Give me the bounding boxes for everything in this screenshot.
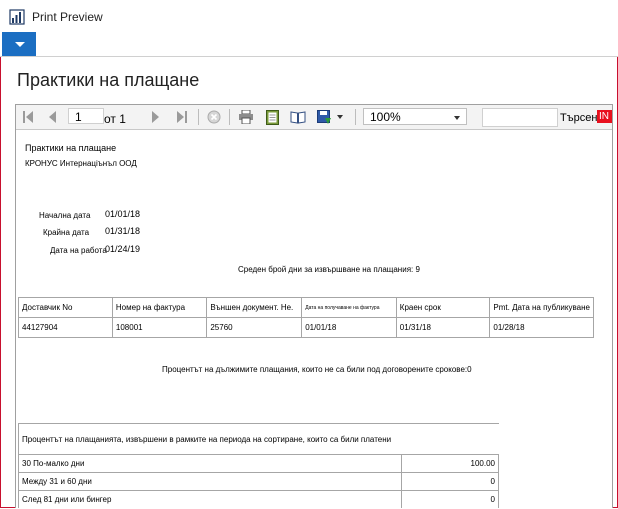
stop-icon: [207, 110, 221, 124]
toolbar-separator: [229, 109, 230, 125]
export-button[interactable]: [315, 105, 345, 129]
previous-page-icon: [49, 111, 56, 123]
page-number-input[interactable]: 1: [68, 108, 104, 124]
page-title: Практики на плащане: [17, 70, 200, 90]
percent-row-value: 0: [400, 490, 500, 508]
stop-button[interactable]: [205, 105, 223, 129]
dropdown-arrow-icon: [337, 115, 343, 119]
percent-header-row: Процентът на плащанията, извършени в рам…: [18, 423, 499, 455]
table-cell: 01/31/18: [395, 317, 491, 338]
table-cell: 01/28/18: [489, 317, 594, 338]
average-days-text: Среден брой дни за извършване на плащани…: [238, 265, 420, 274]
print-button[interactable]: [237, 105, 255, 129]
percent-row-label: След 81 дни или бингер: [18, 490, 402, 508]
chevron-down-icon: [15, 42, 25, 47]
column-header: Краен срок: [395, 297, 491, 318]
column-header: Номер на фактура: [111, 297, 208, 318]
table-header-row: Доставчик No Номер на фактура Външен док…: [18, 297, 594, 318]
last-page-button[interactable]: [174, 105, 190, 129]
table-cell: 25760: [206, 317, 303, 338]
last-page-icon: [177, 111, 187, 123]
table-cell: 01/01/18: [301, 317, 397, 338]
first-page-button[interactable]: [20, 105, 36, 129]
percent-table: Процентът на плащанията, извършени в рам…: [18, 423, 500, 508]
table-row: 30 По-малко дни 100.00: [18, 454, 500, 473]
printer-icon: [239, 110, 253, 124]
table-row: Между 31 и 60 дни 0: [18, 472, 500, 491]
column-header: Pmt. Дата на публикуване: [489, 297, 594, 318]
next-page-icon: [152, 111, 159, 123]
table-cell: 108001: [111, 317, 208, 338]
toolbar-separator: [355, 109, 356, 125]
work-date-label: Дата на работа: [50, 246, 107, 255]
save-export-icon: [317, 109, 331, 124]
end-date-label: Крайна дата: [43, 228, 90, 237]
percent-row-value: 0: [400, 472, 500, 491]
percent-row-label: Между 31 и 60 дни: [18, 472, 402, 491]
overdue-percent-text: Процентът на дължимите плащания, които н…: [162, 365, 472, 374]
action-ribbon: [0, 32, 618, 57]
report-page: Практики на плащане КРОНУС Интернаціънъл…: [16, 130, 612, 508]
report-toolbar: 1 от 1 100% Търсене IN: [16, 105, 612, 130]
window-title: Print Preview: [32, 10, 103, 24]
table-row: 44127904 108001 25760 01/01/18 01/31/18 …: [18, 317, 594, 338]
percent-row-label: 30 По-малко дни: [18, 454, 402, 473]
ribbon-collapse-button[interactable]: [2, 32, 36, 56]
report-title: Практики на плащане: [25, 143, 117, 153]
end-date-value: 01/31/18: [105, 226, 141, 236]
search-next-flag[interactable]: IN: [597, 110, 612, 123]
title-bar: Print Preview: [0, 0, 618, 32]
previous-page-button[interactable]: [44, 105, 60, 129]
report-viewer: 1 от 1 100% Търсене IN Практики на плаща…: [15, 104, 613, 508]
payments-table: Доставчик No Номер на фактура Външен док…: [18, 297, 594, 338]
book-icon: [290, 110, 306, 124]
column-header: Външен документ. Не.: [206, 297, 303, 318]
zoom-select[interactable]: 100%: [363, 108, 467, 125]
column-header: Дата на получаване на фактура: [301, 297, 397, 318]
company-name: КРОНУС Интернаціънъл ООД: [25, 159, 137, 168]
next-page-button[interactable]: [148, 105, 164, 129]
column-header: Доставчик No: [18, 297, 113, 318]
percent-row-value: 100.00: [400, 454, 500, 473]
page-layout-icon: [265, 109, 279, 125]
zoom-value: 100%: [370, 110, 401, 124]
chevron-down-icon: [454, 116, 460, 120]
start-date-value: 01/01/18: [105, 209, 141, 219]
search-input[interactable]: [482, 108, 558, 127]
page-count-label: от 1: [104, 112, 126, 126]
toolbar-separator: [198, 109, 199, 125]
work-date-value: 01/24/19: [105, 244, 141, 254]
table-cell: 44127904: [18, 317, 113, 338]
first-page-icon: [23, 111, 33, 123]
table-row: След 81 дни или бингер 0: [18, 490, 500, 508]
print-preview-app-icon: [9, 9, 25, 25]
print-layout-button[interactable]: [263, 105, 281, 129]
page-setup-button[interactable]: [289, 105, 307, 129]
percent-header: Процентът на плащанията, извършени в рам…: [18, 423, 499, 455]
start-date-label: Начална дата: [39, 211, 91, 220]
